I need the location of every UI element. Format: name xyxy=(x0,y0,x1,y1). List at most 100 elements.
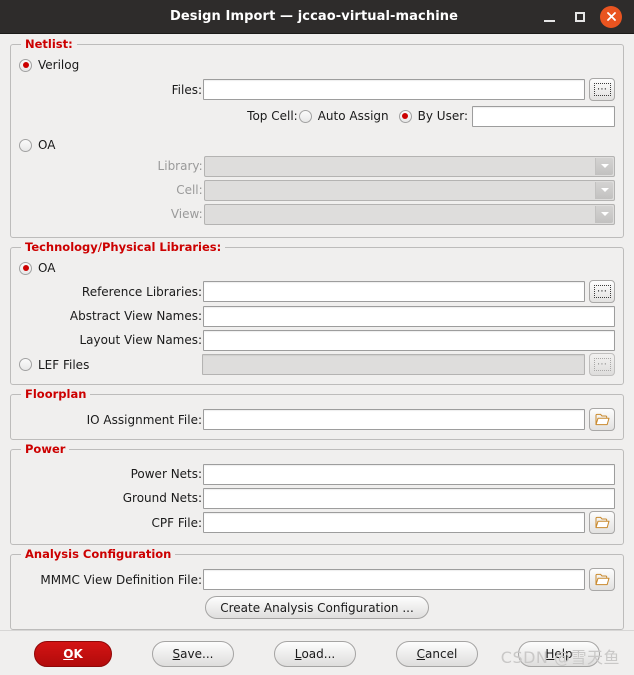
maximize-icon[interactable] xyxy=(572,9,588,25)
io-assignment-file-input[interactable] xyxy=(203,409,585,430)
mmmc-view-definition-input[interactable] xyxy=(203,569,585,590)
by-user-input[interactable] xyxy=(472,105,615,127)
chevron-down-icon[interactable] xyxy=(595,181,613,199)
cpf-file-input[interactable] xyxy=(203,512,585,533)
load-rest: oad... xyxy=(301,646,336,661)
folder-open-icon xyxy=(594,573,610,586)
files-input[interactable] xyxy=(203,79,585,100)
reference-libraries-row: Reference Libraries: ⋯ xyxy=(19,280,615,303)
io-assignment-file-row: IO Assignment File: xyxy=(19,408,615,431)
ground-nets-label: Ground Nets: xyxy=(122,491,203,505)
save-rest: ave... xyxy=(180,646,214,661)
library-label: Library: xyxy=(157,159,203,173)
ok-button[interactable]: OK xyxy=(34,640,112,667)
help-button[interactable]: Help xyxy=(518,640,600,667)
power-nets-row: Power Nets: xyxy=(19,463,615,485)
close-x-glyph xyxy=(606,12,616,21)
netlist-oa-radio-row[interactable]: OA xyxy=(19,138,615,152)
radio-lef-files-label: LEF Files xyxy=(38,357,90,372)
abstract-view-names-input[interactable] xyxy=(203,305,615,327)
layout-view-names-row: Layout View Names: xyxy=(19,329,615,351)
power-nets-input[interactable] xyxy=(203,463,615,485)
cancel-rest: ancel xyxy=(425,646,458,661)
window-title: Design Import — jccao-virtual-machine xyxy=(169,9,459,24)
io-assignment-file-label: IO Assignment File: xyxy=(86,412,203,427)
top-cell-label: Top Cell: xyxy=(247,109,298,123)
folder-open-icon xyxy=(594,413,610,426)
create-analysis-configuration-button[interactable]: Create Analysis Configuration ... xyxy=(205,596,429,619)
design-import-dialog: Netlist: Verilog Files: ⋯ Top Cell: Auto… xyxy=(0,34,634,675)
technology-group-title: Technology/Physical Libraries: xyxy=(21,240,226,254)
analysis-configuration-group: Analysis Configuration MMMC View Definit… xyxy=(10,547,624,630)
ellipsis-icon: ⋯ xyxy=(593,358,611,371)
chevron-down-icon[interactable] xyxy=(595,157,613,175)
io-assignment-file-browse-button[interactable] xyxy=(589,408,615,431)
load-mnemonic: L xyxy=(294,646,302,661)
cancel-mnemonic: C xyxy=(416,646,426,661)
window-titlebar: Design Import — jccao-virtual-machine xyxy=(0,0,634,34)
files-browse-button[interactable]: ⋯ xyxy=(589,78,615,101)
cell-label: Cell: xyxy=(176,183,203,197)
mmmc-view-definition-label: MMMC View Definition File: xyxy=(40,572,203,587)
ok-rest: K xyxy=(73,646,83,661)
power-nets-label: Power Nets: xyxy=(130,467,203,481)
radio-verilog[interactable] xyxy=(19,58,32,72)
radio-lef-files[interactable] xyxy=(19,358,32,371)
lef-files-row: LEF Files ⋯ xyxy=(19,353,615,376)
radio-by-user[interactable] xyxy=(398,109,412,123)
minimize-icon[interactable] xyxy=(542,9,558,25)
cancel-button[interactable]: Cancel xyxy=(396,640,478,667)
ground-nets-input[interactable] xyxy=(203,487,615,509)
create-analysis-row: Create Analysis Configuration ... xyxy=(19,596,615,619)
chevron-down-icon[interactable] xyxy=(595,205,613,223)
lef-files-input[interactable] xyxy=(202,354,585,375)
radio-netlist-oa[interactable] xyxy=(19,138,32,152)
cell-combo[interactable] xyxy=(203,179,615,201)
radio-auto-assign[interactable] xyxy=(298,109,312,123)
cpf-file-browse-button[interactable] xyxy=(589,511,615,534)
abstract-view-names-row: Abstract View Names: xyxy=(19,305,615,327)
view-combo[interactable] xyxy=(203,203,615,225)
abstract-view-names-label: Abstract View Names: xyxy=(69,309,203,323)
power-group-title: Power xyxy=(21,442,70,456)
netlist-group-title: Netlist: xyxy=(21,37,77,51)
ok-mnemonic: O xyxy=(63,646,74,661)
analysis-group-title: Analysis Configuration xyxy=(21,547,176,561)
lef-files-radio-cell[interactable]: LEF Files xyxy=(19,358,202,372)
files-label: Files: xyxy=(171,82,203,97)
netlist-library-row: Library: xyxy=(19,155,615,177)
mmmc-view-definition-row: MMMC View Definition File: xyxy=(19,568,615,591)
maximize-square xyxy=(575,11,585,22)
dialog-content: Netlist: Verilog Files: ⋯ Top Cell: Auto… xyxy=(0,34,634,631)
technology-group: Technology/Physical Libraries: OA Refere… xyxy=(10,240,624,385)
save-button[interactable]: Save... xyxy=(152,640,234,667)
close-icon[interactable] xyxy=(600,5,622,28)
netlist-verilog-radio-row[interactable]: Verilog xyxy=(19,58,615,72)
radio-tech-oa[interactable] xyxy=(19,261,32,275)
layout-view-names-input[interactable] xyxy=(203,329,615,351)
cpf-file-label: CPF File: xyxy=(151,515,203,530)
dialog-button-bar: OK Save... Load... Cancel Help CSDN @雪天鱼 xyxy=(0,630,634,675)
reference-libraries-browse-button[interactable]: ⋯ xyxy=(589,280,615,303)
radio-verilog-label: Verilog xyxy=(38,58,80,72)
reference-libraries-input[interactable] xyxy=(203,281,585,302)
window-controls xyxy=(542,5,634,28)
radio-netlist-oa-label: OA xyxy=(38,138,56,152)
netlist-cell-row: Cell: xyxy=(19,179,615,201)
ellipsis-icon: ⋯ xyxy=(593,83,611,96)
floorplan-group: Floorplan IO Assignment File: xyxy=(10,387,624,440)
ellipsis-icon: ⋯ xyxy=(593,285,611,298)
technology-oa-radio-row[interactable]: OA xyxy=(19,261,615,275)
radio-auto-assign-label: Auto Assign xyxy=(317,109,389,123)
mmmc-browse-button[interactable] xyxy=(589,568,615,591)
netlist-view-row: View: xyxy=(19,203,615,225)
help-rest: elp xyxy=(554,646,573,661)
help-mnemonic: H xyxy=(545,646,555,661)
cpf-file-row: CPF File: xyxy=(19,511,615,534)
library-combo[interactable] xyxy=(203,155,615,177)
lef-files-browse-button[interactable]: ⋯ xyxy=(589,353,615,376)
netlist-group: Netlist: Verilog Files: ⋯ Top Cell: Auto… xyxy=(10,37,624,238)
load-button[interactable]: Load... xyxy=(274,640,356,667)
reference-libraries-label: Reference Libraries: xyxy=(81,284,203,299)
power-group: Power Power Nets: Ground Nets: CPF File: xyxy=(10,442,624,545)
